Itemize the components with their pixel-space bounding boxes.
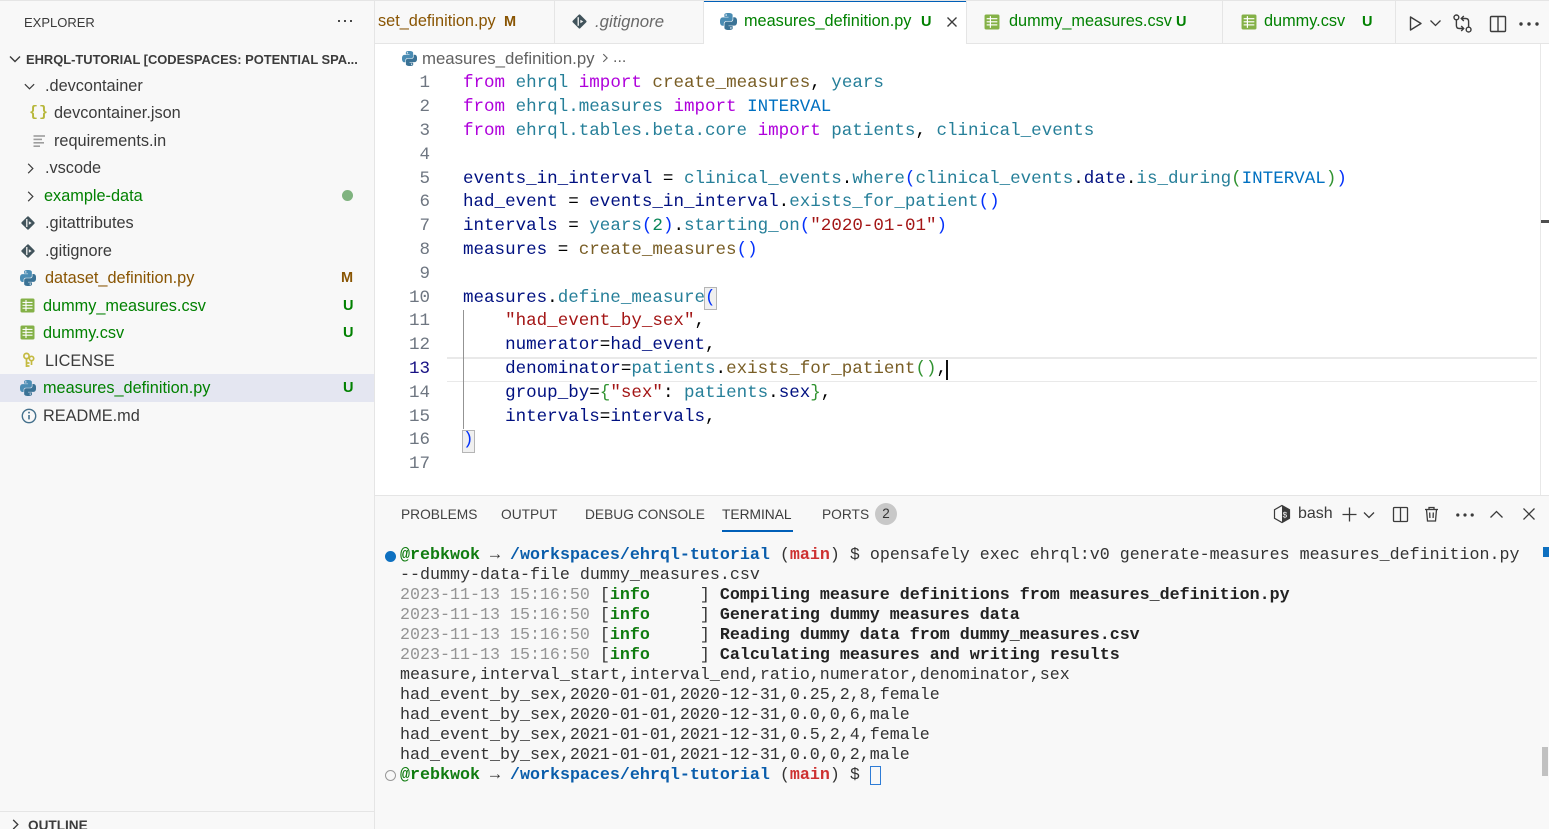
svg-text:$: $ <box>1283 512 1288 521</box>
